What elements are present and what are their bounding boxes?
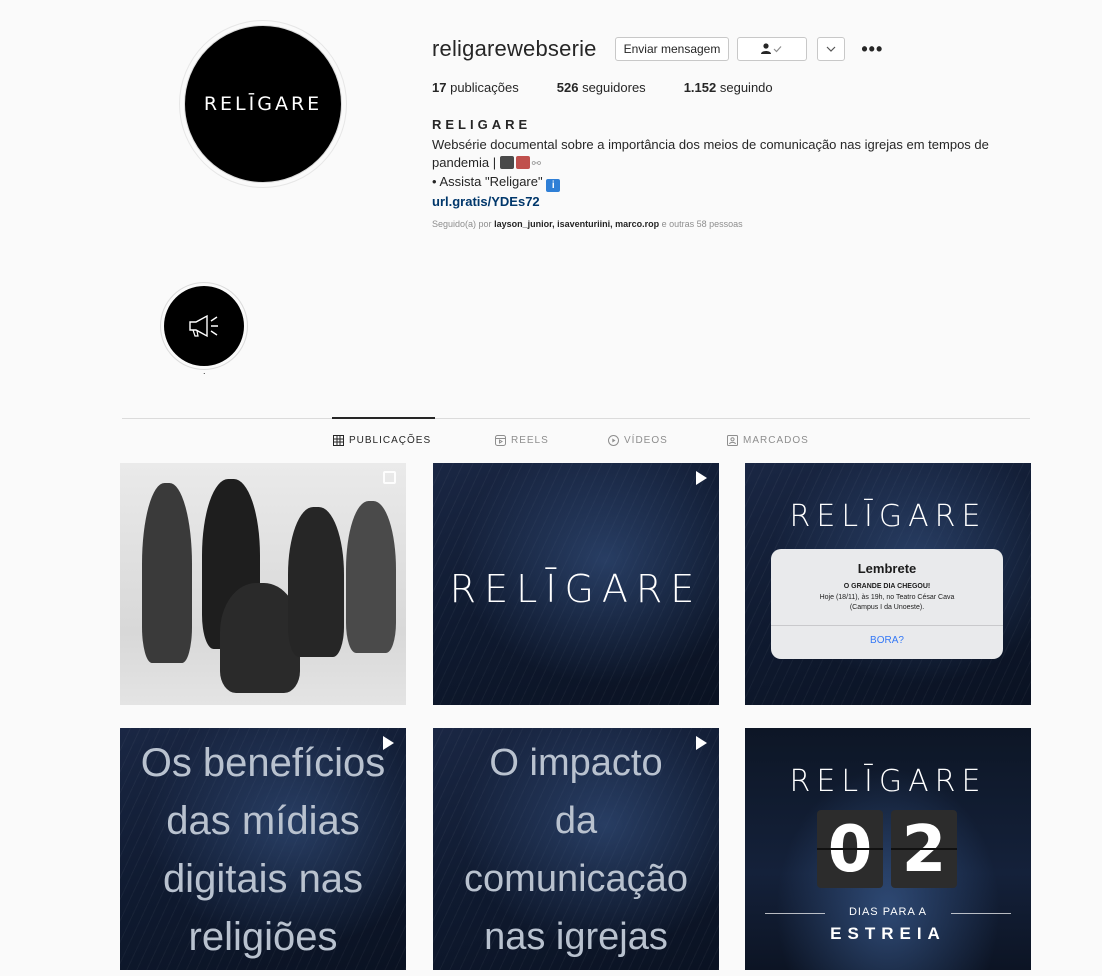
tagged-icon — [727, 435, 738, 446]
following-count[interactable]: 1.152 seguindo — [684, 80, 773, 95]
posts-count: 17 publicações — [432, 80, 519, 95]
post-logo: RELĪGARE — [789, 764, 987, 799]
carousel-icon — [383, 471, 396, 484]
reminder-divider — [771, 625, 1003, 626]
post-countdown[interactable]: RELĪGARE 0 2 DIAS PARA A ESTREIA — [745, 728, 1031, 970]
countdown-digit: 0 — [817, 810, 883, 888]
active-tab-indicator — [332, 417, 435, 419]
person-check-icon — [761, 43, 782, 54]
post-group-photo[interactable] — [120, 463, 406, 705]
send-message-button[interactable]: Enviar mensagem — [614, 37, 730, 61]
tab-videos[interactable]: VÍDEOS — [608, 435, 668, 446]
profile-bio: Websérie documental sobre a importância … — [432, 136, 1042, 192]
profile-full-name: RELIGARE — [432, 117, 532, 132]
followed-by-text[interactable]: Seguido(a) por layson_junior, isaventuri… — [432, 219, 1052, 229]
post-logo: RELĪGARE — [789, 499, 987, 534]
church-emoji-icon — [499, 156, 514, 169]
profile-link[interactable]: url.gratis/YDEs72 — [432, 194, 1052, 209]
post-caption-text: Os benefícios das mídias digitais nas re… — [140, 741, 386, 959]
grid-icon — [333, 435, 344, 446]
profile-tabs: PUBLICAÇÕES REELS VÍDEOS MARCADOS — [0, 435, 1102, 449]
post-reminder[interactable]: RELĪGARE Lembrete O GRANDE DIA CHEGOU! H… — [745, 463, 1031, 705]
house-emoji-icon — [515, 156, 530, 169]
estreia-label: ESTREIA — [830, 924, 946, 943]
suggestions-dropdown-button[interactable] — [817, 37, 846, 61]
reminder-title: Lembrete — [857, 561, 917, 576]
avatar-logo: RELĪGARE — [203, 93, 323, 115]
tab-marcados[interactable]: MARCADOS — [727, 435, 809, 446]
profile-stats: 17 publicações 526 seguidores 1.152 segu… — [432, 80, 1052, 95]
post-benefits[interactable]: Os benefícios das mídias digitais nas re… — [120, 728, 406, 970]
megaphone-icon — [189, 314, 218, 338]
person-figure — [288, 507, 344, 657]
post-logo: RELĪGARE — [449, 567, 703, 611]
followers-count[interactable]: 526 seguidores — [557, 80, 646, 95]
profile-actions-row: religarewebserie Enviar mensagem ••• — [432, 34, 1052, 64]
video-icon — [608, 435, 619, 446]
profile-avatar[interactable]: RELĪGARE — [184, 25, 342, 183]
tab-reels[interactable]: REELS — [495, 435, 549, 446]
reminder-body: Hoje (18/11), às 19h, no Teatro César Ca… — [819, 594, 955, 611]
more-options-button[interactable]: ••• — [861, 40, 883, 58]
story-highlight[interactable] — [164, 286, 244, 366]
days-label: DIAS PARA A — [848, 906, 928, 918]
person-figure — [142, 483, 192, 663]
reels-icon — [495, 435, 506, 446]
post-impact[interactable]: O impacto da comunicação nas igrejas — [433, 728, 719, 970]
post-caption-text: O impacto da comunicação nas igrejas — [464, 742, 688, 958]
tabs-divider — [122, 418, 1030, 419]
username: religarewebserie — [432, 36, 597, 61]
reminder-subtitle: O GRANDE DIA CHEGOU! — [843, 583, 931, 590]
countdown-digit: 2 — [891, 810, 957, 888]
post-religare-logo[interactable]: RELĪGARE — [433, 463, 719, 705]
video-play-icon — [696, 736, 707, 750]
info-emoji-icon: i — [546, 179, 561, 192]
tab-publicacoes[interactable]: PUBLICAÇÕES — [333, 435, 431, 446]
reminder-button: BORA? — [870, 635, 904, 646]
chevron-down-icon — [826, 46, 836, 52]
highlight-label: . — [203, 366, 206, 376]
video-play-icon — [696, 471, 707, 485]
bio-watch-text: • Assista "Religare" — [432, 174, 543, 189]
video-play-icon — [383, 736, 394, 750]
reminder-card: Lembrete O GRANDE DIA CHEGOU! Hoje (18/1… — [771, 549, 1003, 659]
person-figure — [346, 501, 396, 653]
link-emoji-icon: ⚯ — [531, 158, 541, 170]
profile-info: religarewebserie Enviar mensagem ••• 17 … — [432, 34, 1052, 229]
following-button[interactable] — [737, 37, 808, 61]
